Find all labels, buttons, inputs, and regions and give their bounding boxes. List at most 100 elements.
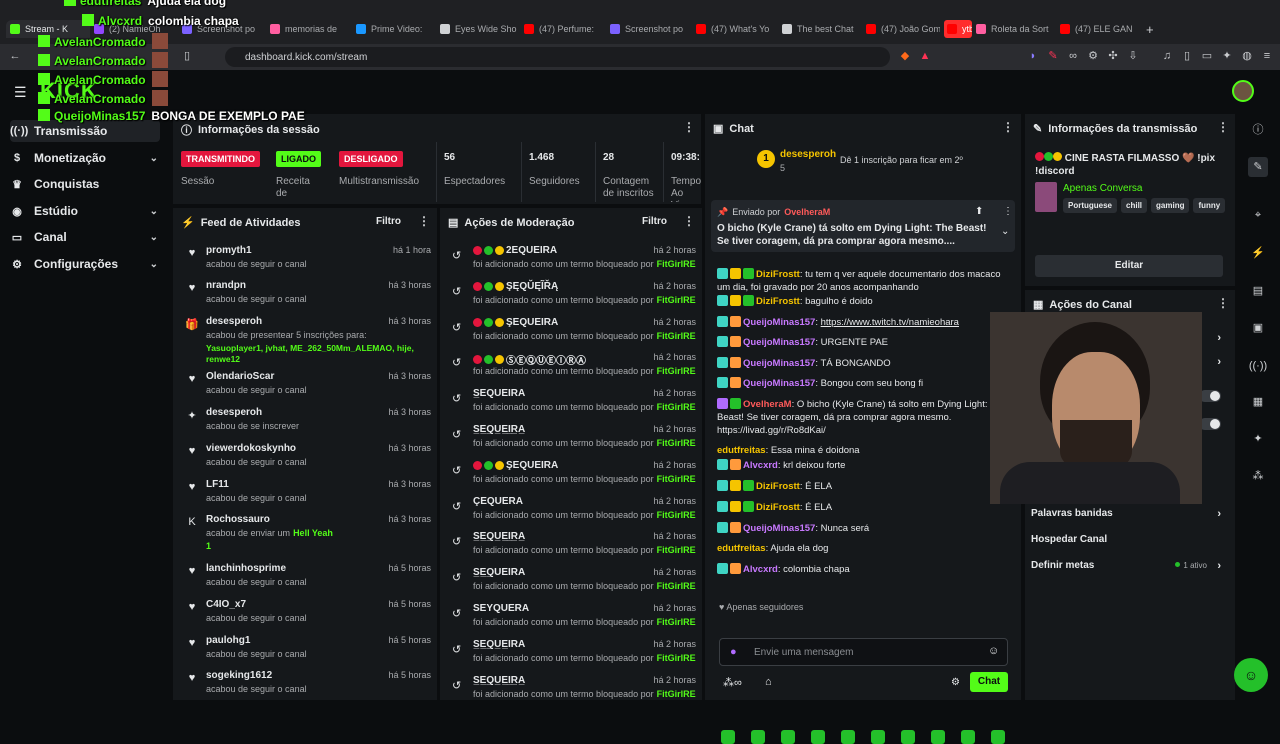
feed-username[interactable]: C4IO_x7	[206, 599, 246, 610]
avatar[interactable]	[1232, 80, 1254, 102]
tag-chip[interactable]: gaming	[1151, 198, 1190, 213]
wallet-icon[interactable]: ▭	[1200, 49, 1214, 63]
chat-username[interactable]: QueijoMinas157	[743, 523, 815, 534]
moderation-filter-button[interactable]: Filtro	[642, 216, 667, 227]
moderator-name[interactable]: FitGirlRE	[657, 474, 696, 484]
chat-message[interactable]: edutfreitas: Ajuda ela dog	[717, 542, 1007, 555]
feed-username[interactable]: paulohg1	[206, 635, 250, 646]
browser-tab[interactable]: Eyes Wide Sho	[440, 20, 520, 38]
gear-icon[interactable]: ⚙	[951, 677, 960, 688]
emote-icon[interactable]	[991, 730, 1005, 744]
undo-icon[interactable]: ↺	[452, 356, 461, 369]
moderator-name[interactable]: FitGirlRE	[657, 581, 696, 591]
moderation-item[interactable]: ↺ S̲E̲Q̲U̲E̲IRA há 2 horas foi adicionado c…	[448, 639, 696, 671]
undo-icon[interactable]: ↺	[452, 428, 461, 441]
emote-icon[interactable]	[811, 730, 825, 744]
chat-message[interactable]: QueijoMinas157: URGENTE PAE	[717, 336, 1007, 349]
moderation-item[interactable]: ↺ ŞĘQŬĘĨŘĄ há 2 horas foi adicionado como u…	[448, 281, 696, 313]
chat-message[interactable]: QueijoMinas157: Nunca será	[717, 522, 1007, 535]
kebab-icon[interactable]: ⋮	[418, 214, 430, 228]
brave-shield-icon[interactable]: ◆	[898, 49, 912, 63]
chat-username[interactable]: Alvcxrd	[743, 460, 778, 471]
browser-tab[interactable]: (47) What's Yo	[696, 20, 778, 38]
bolt-icon[interactable]: ⚡	[1248, 243, 1268, 263]
grid-icon[interactable]: ▦	[1248, 392, 1268, 412]
moderation-item[interactable]: ↺ S̲E̲Q̲U̲E̲I̲R̲A̲ há 2 horas foi adicionad…	[448, 675, 696, 707]
chat-username[interactable]: OvelheraM	[743, 399, 792, 410]
wrench-icon[interactable]: ✦	[1248, 429, 1268, 449]
undo-icon[interactable]: ↺	[452, 500, 461, 513]
feed-username[interactable]: LF11	[206, 479, 229, 490]
feed-item[interactable]: ♥ C4IO_x7 há 5 horas acabou de seguir o can…	[181, 599, 431, 631]
chat-username[interactable]: DiziFrostt	[756, 269, 800, 280]
feed-username[interactable]: promyth1	[206, 245, 252, 256]
extension-icon[interactable]: ✎	[1046, 49, 1060, 63]
support-chat-button[interactable]: ☺	[1234, 658, 1268, 692]
chat-send-button[interactable]: Chat	[970, 672, 1008, 692]
undo-icon[interactable]: ↺	[452, 679, 461, 692]
browser-tab[interactable]: Roleta da Sort	[976, 20, 1056, 38]
chevron-right-icon[interactable]: ›	[1217, 332, 1221, 344]
brave-rewards-icon[interactable]: ▲	[918, 49, 932, 63]
moderation-item[interactable]: ↺ S̲EQUEIRA há 2 horas foi adicionado como …	[448, 388, 696, 420]
undo-icon[interactable]: ↺	[452, 571, 461, 584]
chat-username[interactable]: edutfreitas	[717, 445, 766, 456]
document-icon[interactable]: ▤	[1248, 281, 1268, 301]
music-icon[interactable]: ♫	[1160, 49, 1174, 63]
kebab-icon[interactable]: ⋮	[1002, 120, 1014, 134]
pencil-icon[interactable]: ✎	[1248, 157, 1268, 177]
moderator-name[interactable]: FitGirlRE	[657, 259, 696, 269]
moderator-name[interactable]: FitGirlRE	[657, 689, 696, 699]
chat-message[interactable]: edutfreitas: Essa mina é doidona	[717, 444, 1007, 457]
feed-item[interactable]: 🎁 desesperoh há 3 horas acabou de presentea…	[181, 316, 431, 364]
browser-tab[interactable]: Screenshot po	[610, 20, 692, 38]
chat-message[interactable]: QueijoMinas157: Bongou com seu bong fi	[717, 377, 1007, 390]
emote-icon[interactable]	[931, 730, 945, 744]
toggle-switch[interactable]	[1199, 418, 1221, 430]
mascot-icon[interactable]: ⁂∞	[723, 676, 742, 689]
chat-username[interactable]: DiziFrostt	[756, 502, 800, 513]
moderation-item[interactable]: ↺ ÇEQUERA há 2 horas foi adicionado como um…	[448, 496, 696, 528]
kebab-icon[interactable]: ⋮	[683, 214, 695, 228]
sidebar-item-4[interactable]: ▭ Canal ⌄	[10, 226, 160, 248]
moderator-name[interactable]: FitGirlRE	[657, 653, 696, 663]
undo-icon[interactable]: ↺	[452, 535, 461, 548]
feed-username[interactable]: Rochossauro	[206, 514, 270, 525]
share-icon[interactable]: ⁂	[1248, 466, 1268, 486]
feed-item[interactable]: ♥ viewerdokoskynho há 3 horas acabou de seg…	[181, 443, 431, 475]
feed-username[interactable]: OlendarioScar	[206, 371, 274, 382]
store-icon[interactable]: ⌂	[765, 676, 772, 688]
kebab-icon[interactable]: ⋮	[1003, 206, 1013, 217]
moderation-item[interactable]: ↺ 2EQUEIRA há 2 horas foi adicionado como u…	[448, 245, 696, 277]
channel-action-item[interactable]: Definir metas 1 ativo ›	[1031, 560, 1221, 580]
emote-icon[interactable]	[751, 730, 765, 744]
browser-tab[interactable]: memorias de	[270, 20, 352, 38]
feed-username[interactable]: nrandpn	[206, 280, 246, 291]
undo-icon[interactable]: ↺	[452, 285, 461, 298]
tag-chip[interactable]: funny	[1193, 198, 1226, 213]
sidebar-item-2[interactable]: ♛ Conquistas	[10, 173, 160, 195]
sidebar-item-0[interactable]: ((·)) Transmissão	[10, 120, 160, 142]
new-tab-button[interactable]: +	[1146, 20, 1154, 38]
browser-tab[interactable]: (47) João Gom	[866, 20, 940, 38]
feed-item[interactable]: K Rochossauro há 3 horas acabou de enviar u…	[181, 514, 431, 551]
chat-username[interactable]: QueijoMinas157	[743, 317, 815, 328]
moderation-item[interactable]: ↺ ŞEQUEIRA há 2 horas foi adicionado como u…	[448, 460, 696, 492]
crosshair-icon[interactable]: ⌖	[1248, 205, 1268, 225]
feed-item[interactable]: ♥ paulohg1 há 5 horas acabou de seguir o ca…	[181, 635, 431, 667]
url-input[interactable]: dashboard.kick.com/stream	[225, 47, 890, 67]
extension-icon[interactable]: ∞	[1066, 49, 1080, 63]
pin-icon[interactable]: ⬆	[975, 206, 983, 217]
chevron-right-icon[interactable]: ›	[1217, 560, 1221, 572]
sparkle-icon[interactable]: ✦	[1220, 49, 1234, 63]
channel-action-item[interactable]: Palavras banidas ›	[1031, 508, 1221, 528]
kebab-icon[interactable]: ⋮	[1217, 296, 1229, 310]
download-icon[interactable]: ⇩	[1126, 49, 1140, 63]
chat-input[interactable]: ● Envie uma mensagem ☺	[719, 638, 1008, 666]
browser-tab[interactable]: Prime Video:	[356, 20, 436, 38]
moderator-name[interactable]: FitGirlRE	[657, 402, 696, 412]
feed-item[interactable]: ♥ promyth1 há 1 hora acabou de seguir o can…	[181, 245, 431, 277]
pinned-user[interactable]: OvelheraM	[784, 207, 830, 218]
moderation-item[interactable]: ↺ S̲E̲Q̲U̲E̲I̲R̲A̲ há 2 horas foi adicionad…	[448, 424, 696, 456]
chat-message[interactable]: DiziFrostt: tu tem q ver aquele document…	[717, 268, 1007, 294]
